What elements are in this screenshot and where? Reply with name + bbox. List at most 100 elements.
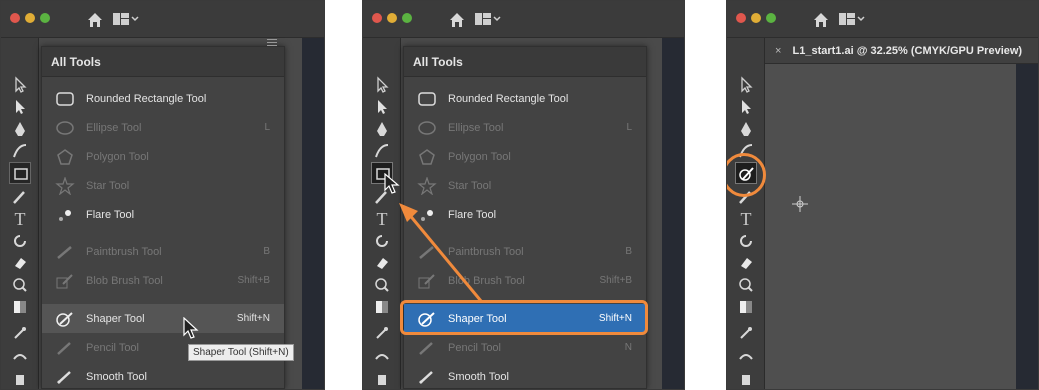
polygon-icon [419, 148, 435, 165]
tools-panel: T [727, 38, 765, 389]
workspace-layout-icon[interactable] [475, 12, 501, 26]
curvature-tool-icon[interactable] [371, 140, 393, 162]
direct-selection-tool-icon[interactable] [735, 96, 757, 118]
blend-tool-icon[interactable] [9, 344, 31, 366]
document-tab[interactable]: × L1_start1.ai @ 32.25% (CMYK/GPU Previe… [765, 38, 1038, 64]
pencil-icon [57, 341, 71, 355]
tool-item-flare[interactable]: Flare Tool [42, 200, 284, 229]
tool-item-star[interactable]: Star Tool [42, 171, 284, 200]
tool-item-paintbrush[interactable]: Paintbrush Tool B [42, 237, 284, 266]
artboard-edge [662, 38, 684, 389]
item-shortcut: N [624, 342, 632, 353]
zoom-window-button[interactable] [40, 13, 50, 23]
workspace-layout-icon[interactable] [839, 12, 865, 26]
eyedropper-tool-icon[interactable] [735, 322, 757, 344]
rectangle-tool-icon[interactable] [9, 162, 31, 184]
home-icon[interactable] [87, 12, 103, 28]
tool-item-blob-brush[interactable]: Blob Brush Tool Shift+B [42, 266, 284, 295]
tool-item-polygon[interactable]: Polygon Tool [404, 142, 646, 171]
tool-item-rounded-rectangle[interactable]: Rounded Rectangle Tool [42, 84, 284, 113]
tool-item-shaper[interactable]: Shaper Tool Shift+N [42, 304, 284, 333]
type-tool-icon[interactable]: T [9, 208, 31, 230]
direct-selection-tool-icon[interactable] [9, 96, 31, 118]
gradient-tool-icon[interactable] [371, 296, 393, 318]
item-label: Smooth Tool [86, 370, 147, 383]
type-tool-icon[interactable]: T [735, 208, 757, 230]
tool-item-polygon[interactable]: Polygon Tool [42, 142, 284, 171]
tool-item-smooth[interactable]: Smooth Tool [404, 362, 646, 389]
app-titlebar [363, 1, 684, 38]
item-label: Pencil Tool [448, 341, 501, 354]
tool-item-rounded-rectangle[interactable]: Rounded Rectangle Tool [404, 84, 646, 113]
item-shortcut: Shift+B [237, 275, 270, 286]
screenshot-panel-3: × L1_start1.ai @ 32.25% (CMYK/GPU Previe… [726, 0, 1039, 390]
curvature-tool-icon[interactable] [9, 140, 31, 162]
ellipse-icon [56, 120, 74, 135]
item-label: Paintbrush Tool [86, 245, 162, 258]
item-label: Star Tool [448, 179, 492, 192]
panel-menu-icon[interactable] [267, 39, 277, 46]
artboard-edge [1016, 64, 1038, 389]
canvas[interactable] [765, 64, 1016, 389]
pen-tool-icon[interactable] [9, 118, 31, 140]
tool-item-smooth[interactable]: Smooth Tool [42, 362, 284, 389]
symbol-sprayer-tool-icon[interactable] [371, 368, 393, 389]
item-label: Ellipse Tool [448, 121, 504, 134]
free-transform-tool-icon[interactable] [735, 274, 757, 296]
tool-item-star[interactable]: Star Tool [404, 171, 646, 200]
type-tool-icon[interactable]: T [371, 208, 393, 230]
tool-item-pencil[interactable]: Pencil Tool N [404, 333, 646, 362]
blend-tool-icon[interactable] [371, 344, 393, 366]
mouse-pointer-icon [183, 317, 199, 339]
selection-tool-icon[interactable] [9, 74, 31, 96]
item-label: Smooth Tool [448, 370, 509, 383]
workspace-layout-icon[interactable] [113, 12, 139, 26]
eraser-tool-icon[interactable] [371, 252, 393, 274]
item-shortcut: B [263, 246, 270, 257]
close-window-button[interactable] [372, 13, 382, 23]
paintbrush-icon [57, 245, 72, 259]
artboard-edge [302, 38, 324, 389]
free-transform-tool-icon[interactable] [371, 274, 393, 296]
eyedropper-tool-icon[interactable] [371, 322, 393, 344]
tool-item-flare[interactable]: Flare Tool [404, 200, 646, 229]
selection-tool-icon[interactable] [735, 74, 757, 96]
tool-item-paintbrush[interactable]: Paintbrush Tool B [404, 237, 646, 266]
gradient-tool-icon[interactable] [9, 296, 31, 318]
tool-item-blob-brush[interactable]: Blob Brush Tool Shift+B [404, 266, 646, 295]
symbol-sprayer-tool-icon[interactable] [735, 368, 757, 389]
free-transform-tool-icon[interactable] [9, 274, 31, 296]
close-window-button[interactable] [736, 13, 746, 23]
selection-tool-icon[interactable] [371, 74, 393, 96]
gradient-tool-icon[interactable] [735, 296, 757, 318]
tools-panel: T [1, 38, 39, 389]
eraser-tool-icon[interactable] [9, 252, 31, 274]
minimize-window-button[interactable] [751, 13, 761, 23]
direct-selection-tool-icon[interactable] [371, 96, 393, 118]
symbol-sprayer-tool-icon[interactable] [9, 368, 31, 389]
rotate-tool-icon[interactable] [9, 230, 31, 252]
item-label: Star Tool [86, 179, 130, 192]
rotate-tool-icon[interactable] [371, 230, 393, 252]
item-shortcut: Shift+N [236, 313, 270, 324]
zoom-window-button[interactable] [402, 13, 412, 23]
item-label: Polygon Tool [448, 150, 511, 163]
home-icon[interactable] [813, 12, 829, 28]
close-window-button[interactable] [10, 13, 20, 23]
all-tools-flyout: All Tools Rounded Rectangle Tool Ellipse… [41, 39, 285, 389]
item-shortcut: B [625, 246, 632, 257]
blend-tool-icon[interactable] [735, 344, 757, 366]
minimize-window-button[interactable] [25, 13, 35, 23]
zoom-window-button[interactable] [766, 13, 776, 23]
pen-tool-icon[interactable] [735, 118, 757, 140]
rotate-tool-icon[interactable] [735, 230, 757, 252]
close-document-icon[interactable]: × [775, 45, 781, 57]
eyedropper-tool-icon[interactable] [9, 322, 31, 344]
home-icon[interactable] [449, 12, 465, 28]
tool-item-ellipse[interactable]: Ellipse Tool L [404, 113, 646, 142]
minimize-window-button[interactable] [387, 13, 397, 23]
tool-item-ellipse[interactable]: Ellipse Tool L [42, 113, 284, 142]
eraser-tool-icon[interactable] [735, 252, 757, 274]
pen-tool-icon[interactable] [371, 118, 393, 140]
paintbrush-tool-icon[interactable] [9, 186, 31, 208]
